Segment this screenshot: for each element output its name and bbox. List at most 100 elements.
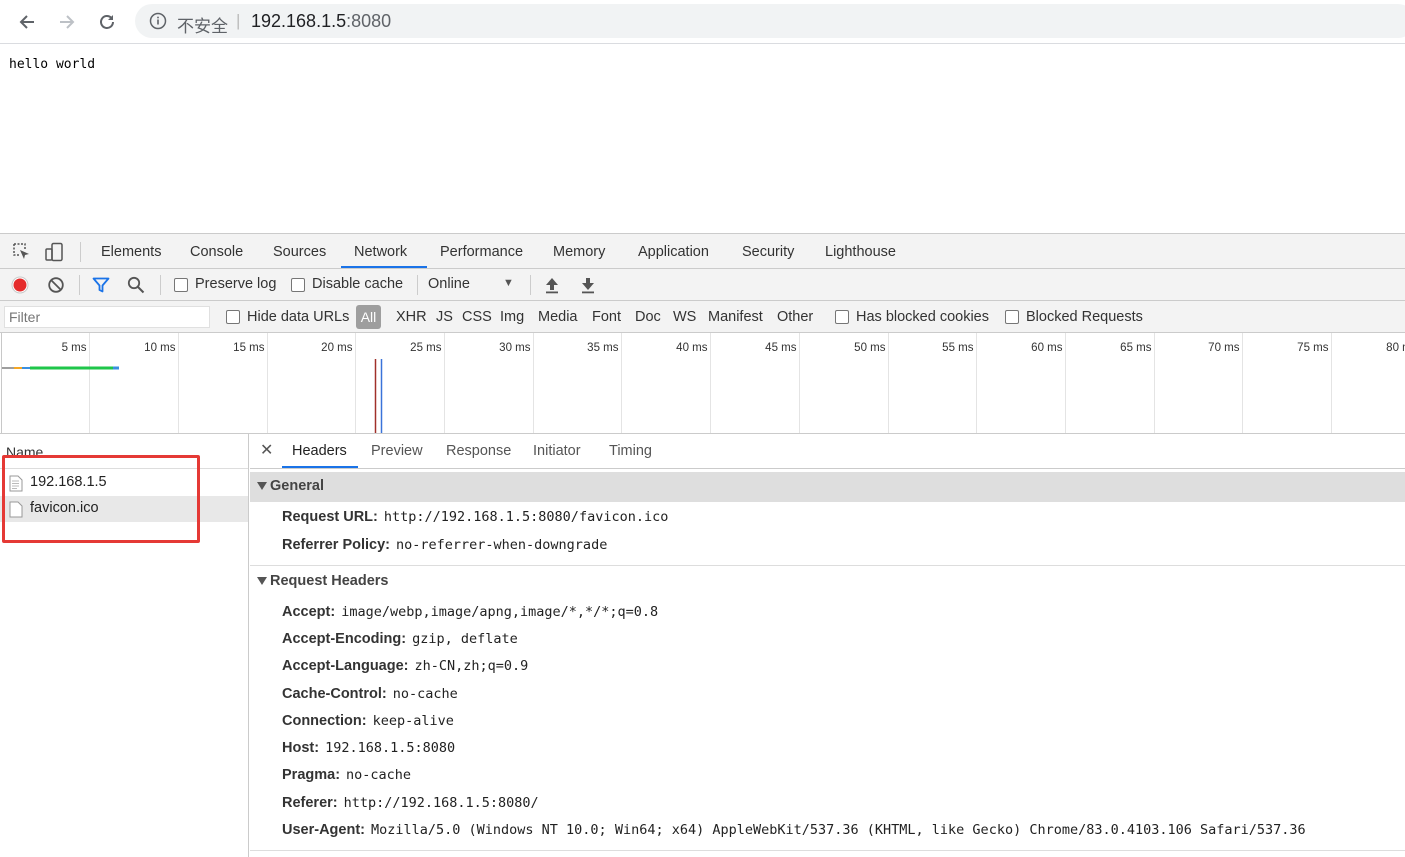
- request-row[interactable]: 192.168.1.5: [0, 470, 248, 496]
- export-har-icon[interactable]: [580, 276, 596, 294]
- forward-button[interactable]: [53, 8, 81, 36]
- info-icon[interactable]: [149, 12, 167, 30]
- expand-triangle-icon: [257, 482, 267, 490]
- filter-type-media[interactable]: Media: [538, 309, 578, 325]
- filter-type-doc[interactable]: Doc: [635, 309, 661, 325]
- timeline-tick-label: 55 ms: [942, 342, 974, 354]
- header-row: Cache-Control: no-cache: [282, 686, 458, 702]
- request-row-selected[interactable]: favicon.ico: [0, 496, 248, 522]
- tab-memory[interactable]: Memory: [553, 234, 605, 269]
- filter-type-xhr[interactable]: XHR: [396, 309, 427, 325]
- arrow-left-icon: [19, 15, 34, 29]
- tab-preview[interactable]: Preview: [371, 443, 423, 459]
- filter-type-js[interactable]: JS: [436, 309, 453, 325]
- header-key: Referrer Policy:: [282, 537, 390, 553]
- disable-cache-label[interactable]: Disable cache: [312, 276, 403, 292]
- import-har-icon[interactable]: [544, 276, 560, 294]
- url-text[interactable]: 192.168.1.5:8080: [251, 11, 391, 32]
- filter-type-css[interactable]: CSS: [462, 309, 492, 325]
- tab-lighthouse[interactable]: Lighthouse: [825, 234, 896, 269]
- header-key: Accept:: [282, 604, 336, 620]
- clear-icon[interactable]: [47, 276, 65, 294]
- tab-sources[interactable]: Sources: [273, 234, 326, 269]
- reload-button[interactable]: [93, 8, 121, 36]
- tab-response[interactable]: Response: [446, 443, 511, 459]
- filter-type-ws[interactable]: WS: [673, 309, 696, 325]
- header-key: Cache-Control:: [282, 686, 387, 702]
- page-content: hello world: [9, 57, 96, 72]
- timeline-tick-label: 65 ms: [1120, 342, 1152, 354]
- column-label: Name: [6, 444, 44, 460]
- disable-cache-checkbox[interactable]: [291, 278, 305, 292]
- header-key: Host:: [282, 740, 320, 756]
- header-row: Accept-Language: zh-CN,zh;q=0.9: [282, 658, 528, 674]
- header-value: http://192.168.1.5:8080/: [343, 795, 539, 811]
- filter-type-font[interactable]: Font: [592, 309, 621, 325]
- url-separator: |: [236, 11, 241, 30]
- request-name: favicon.ico: [30, 500, 99, 516]
- blocked-requests-label[interactable]: Blocked Requests: [1026, 309, 1143, 325]
- dropdown-arrow-icon[interactable]: ▼: [503, 277, 514, 289]
- toolbar-divider: [160, 275, 161, 295]
- filter-type-all[interactable]: All: [356, 305, 381, 329]
- timeline-tick-label: 75 ms: [1297, 342, 1329, 354]
- tab-application[interactable]: Application: [638, 234, 709, 269]
- filter-type-other[interactable]: Other: [777, 309, 813, 325]
- request-list: Name 192.168.1.5 favicon.ico: [0, 434, 249, 857]
- hide-data-urls-checkbox[interactable]: [226, 310, 240, 324]
- active-tab-indicator: [282, 466, 358, 468]
- timeline-tick-label: 25 ms: [410, 342, 442, 354]
- tab-security[interactable]: Security: [742, 234, 794, 269]
- general-section-header[interactable]: General: [250, 472, 1405, 502]
- timeline-tick-label: 15 ms: [233, 342, 265, 354]
- header-key: Connection:: [282, 713, 367, 729]
- tab-network[interactable]: Network: [354, 234, 407, 269]
- throttling-select[interactable]: Online: [428, 276, 470, 292]
- tab-timing[interactable]: Timing: [609, 443, 652, 459]
- hide-data-urls-label[interactable]: Hide data URLs: [247, 309, 349, 325]
- tab-initiator[interactable]: Initiator: [533, 443, 581, 459]
- security-status-label[interactable]: 不安全: [177, 12, 228, 37]
- timeline-tick-label: 50 ms: [854, 342, 886, 354]
- has-blocked-cookies-label[interactable]: Has blocked cookies: [856, 309, 989, 325]
- browser-toolbar: 不安全 | 192.168.1.5:8080: [0, 0, 1405, 44]
- tab-elements[interactable]: Elements: [101, 234, 161, 269]
- address-bar[interactable]: 不安全 | 192.168.1.5:8080: [135, 4, 1405, 38]
- back-button[interactable]: [13, 8, 41, 36]
- name-column-header[interactable]: Name: [0, 434, 248, 469]
- toolbar-divider: [80, 242, 81, 262]
- preserve-log-checkbox[interactable]: [174, 278, 188, 292]
- device-toolbar-icon[interactable]: [44, 242, 64, 262]
- header-row: Host: 192.168.1.5:8080: [282, 740, 455, 756]
- blocked-requests-checkbox[interactable]: [1005, 310, 1019, 324]
- timeline-tick-label: 30 ms: [499, 342, 531, 354]
- timeline-tick-label: 40 ms: [676, 342, 708, 354]
- filter-input[interactable]: [4, 306, 210, 328]
- overview-timeline[interactable]: 5 ms 10 ms 15 ms 20 ms 25 ms 30 ms 35 ms 40 ms 4…: [0, 333, 1405, 434]
- header-key: Referer:: [282, 795, 338, 811]
- request-headers-section-header[interactable]: Request Headers: [250, 567, 1405, 597]
- header-value: image/webp,image/apng,image/*,*/*;q=0.8: [341, 604, 659, 620]
- details-tabbar: ✕ Headers Preview Response Initiator Tim…: [250, 434, 1405, 469]
- timeline-tick-label: 10 ms: [144, 342, 176, 354]
- filter-type-img[interactable]: Img: [500, 309, 524, 325]
- header-key: Pragma:: [282, 767, 341, 783]
- filter-icon[interactable]: [92, 277, 110, 294]
- timeline-tick-label: 20 ms: [321, 342, 353, 354]
- search-icon[interactable]: [127, 276, 145, 294]
- record-icon[interactable]: [11, 276, 29, 294]
- tab-console[interactable]: Console: [190, 234, 243, 269]
- preserve-log-label[interactable]: Preserve log: [195, 276, 276, 292]
- tab-headers[interactable]: Headers: [292, 443, 347, 459]
- toolbar-divider: [530, 275, 531, 295]
- header-key: User-Agent:: [282, 822, 365, 838]
- close-icon[interactable]: ✕: [260, 440, 273, 460]
- filter-type-manifest[interactable]: Manifest: [708, 309, 763, 325]
- has-blocked-cookies-checkbox[interactable]: [835, 310, 849, 324]
- tab-performance[interactable]: Performance: [440, 234, 523, 269]
- inspect-element-icon[interactable]: [12, 242, 32, 262]
- request-details: ✕ Headers Preview Response Initiator Tim…: [250, 434, 1405, 857]
- timeline-tick-label: 80 ms: [1386, 342, 1405, 354]
- filter-bar: Hide data URLs All XHR JS CSS Img Media …: [0, 301, 1405, 333]
- timeline-bar-connect: [14, 367, 22, 369]
